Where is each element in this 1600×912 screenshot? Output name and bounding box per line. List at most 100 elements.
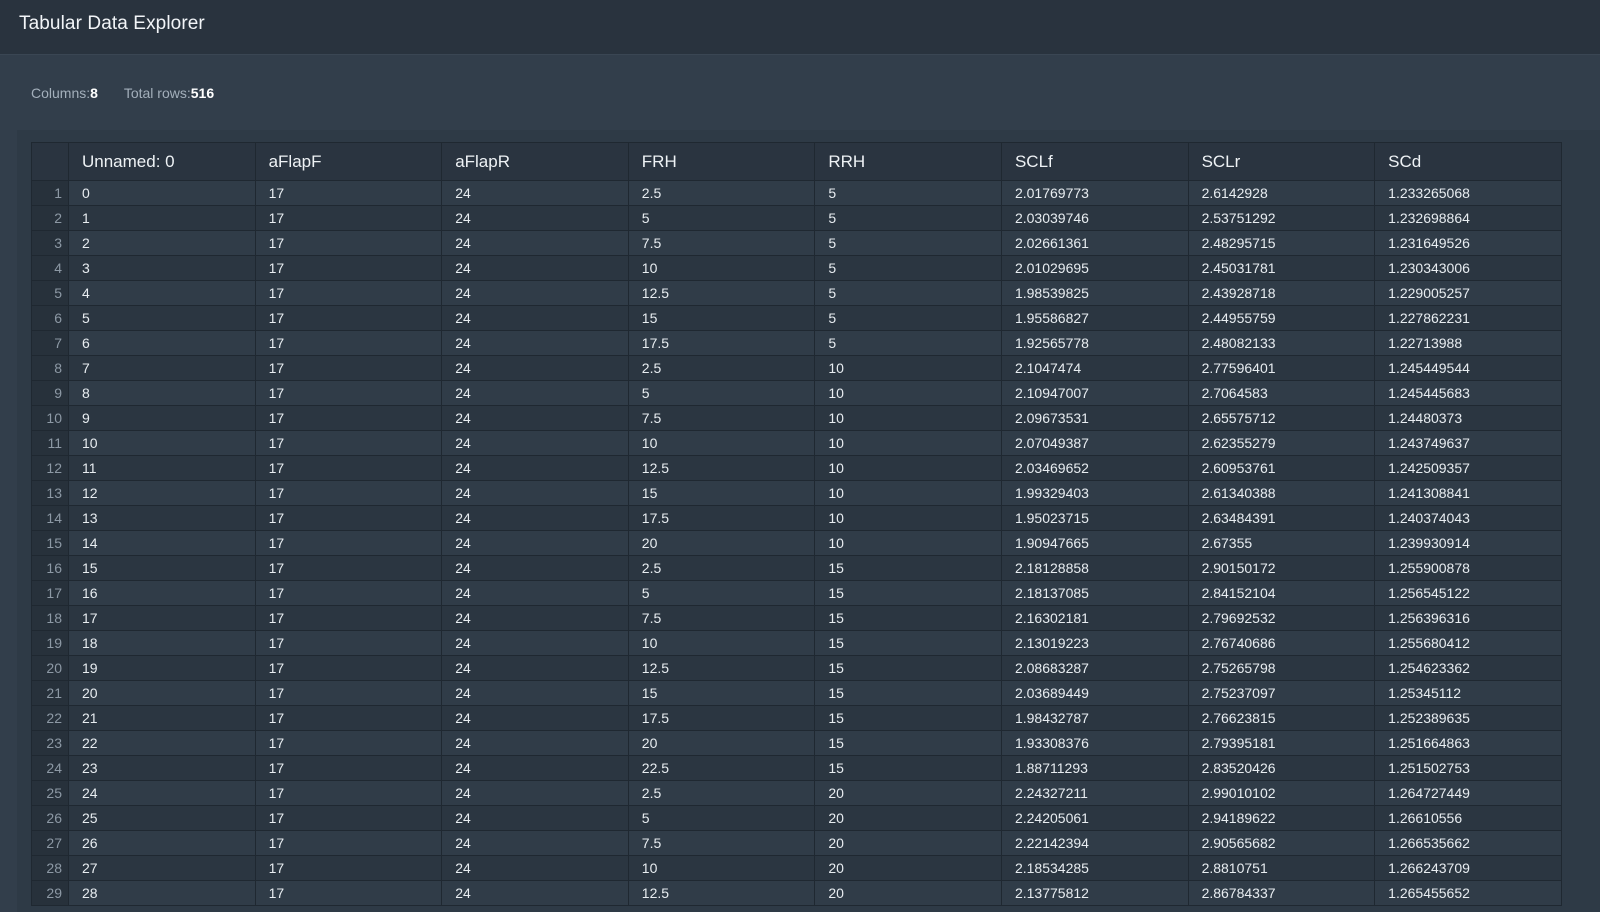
table-row[interactable]: 23 22 17 24 20 15 1.93308376 2.79395181 1.251664… (31, 730, 1562, 756)
table-row[interactable]: 7 6 17 24 17.5 5 1.92565778 2.48082133 1.2271398… (31, 330, 1562, 356)
table-cell[interactable]: 2.5 (627, 780, 816, 806)
table-cell[interactable]: 24 (441, 580, 629, 606)
table-cell[interactable]: 11 (68, 455, 256, 481)
table-cell[interactable]: 17 (254, 555, 443, 581)
table-cell[interactable]: 10 (814, 430, 1002, 456)
table-cell[interactable]: 1.251664863 (1374, 730, 1562, 756)
table-cell[interactable]: 17 (254, 755, 443, 781)
table-cell[interactable]: 2.75237097 (1187, 680, 1376, 706)
table-cell[interactable]: 1.239930914 (1374, 530, 1562, 556)
table-scroll-area[interactable]: Unnamed: 0 aFlapF aFlapR FRH RRH SCLf SCLr SCd … (31, 142, 1600, 912)
table-row[interactable]: 24 23 17 24 22.5 15 1.88711293 2.83520426 1.2515… (31, 755, 1562, 781)
table-row[interactable]: 16 15 17 24 2.5 15 2.18128858 2.90150172 1.25590… (31, 555, 1562, 581)
table-cell[interactable]: 24 (441, 655, 629, 681)
table-cell[interactable]: 10 (814, 355, 1002, 381)
table-row[interactable]: 19 18 17 24 10 15 2.13019223 2.76740686 1.255680… (31, 630, 1562, 656)
table-cell[interactable]: 17 (254, 855, 443, 881)
table-cell[interactable]: 24 (441, 830, 629, 856)
table-cell[interactable]: 10 (814, 455, 1002, 481)
table-cell[interactable]: 2.10947007 (1000, 380, 1189, 406)
table-cell[interactable]: 12 (68, 480, 256, 506)
table-row[interactable]: 4 3 17 24 10 5 2.01029695 2.45031781 1.230343006 (31, 255, 1562, 281)
table-cell[interactable]: 5 (68, 305, 256, 331)
table-cell[interactable]: 2.22142394 (1000, 830, 1189, 856)
table-cell[interactable]: 5 (627, 805, 816, 831)
table-cell[interactable]: 10 (814, 480, 1002, 506)
table-cell[interactable]: 17 (254, 280, 443, 306)
table-cell[interactable]: 20 (814, 830, 1002, 856)
table-cell[interactable]: 17 (68, 605, 256, 631)
table-cell[interactable]: 17 (254, 530, 443, 556)
table-row[interactable]: 29 28 17 24 12.5 20 2.13775812 2.86784337 1.2654… (31, 880, 1562, 906)
table-cell[interactable]: 5 (814, 305, 1002, 331)
table-cell[interactable]: 13 (68, 505, 256, 531)
table-cell[interactable]: 24 (441, 855, 629, 881)
table-cell[interactable]: 10 (627, 630, 816, 656)
table-cell[interactable]: 1.25345112 (1374, 680, 1562, 706)
table-cell[interactable]: 2.76740686 (1187, 630, 1376, 656)
table-cell[interactable]: 20 (814, 855, 1002, 881)
table-cell[interactable]: 24 (441, 730, 629, 756)
table-cell[interactable]: 5 (814, 330, 1002, 356)
table-cell[interactable]: 5 (814, 280, 1002, 306)
table-cell[interactable]: 2.90150172 (1187, 555, 1376, 581)
table-cell[interactable]: 17 (254, 430, 443, 456)
table-cell[interactable]: 24 (441, 205, 629, 231)
table-cell[interactable]: 5 (627, 380, 816, 406)
table-cell[interactable]: 4 (68, 280, 256, 306)
table-cell[interactable]: 1.99329403 (1000, 480, 1189, 506)
table-row[interactable]: 18 17 17 24 7.5 15 2.16302181 2.79692532 1.25639… (31, 605, 1562, 631)
table-cell[interactable]: 1.266535662 (1374, 830, 1562, 856)
table-cell[interactable]: 7.5 (627, 605, 816, 631)
table-row[interactable]: 25 24 17 24 2.5 20 2.24327211 2.99010102 1.26472… (31, 780, 1562, 806)
table-cell[interactable]: 2.48082133 (1187, 330, 1376, 356)
table-cell[interactable]: 15 (814, 680, 1002, 706)
table-cell[interactable]: 24 (441, 705, 629, 731)
table-cell[interactable]: 1.245449544 (1374, 355, 1562, 381)
table-cell[interactable]: 2.18534285 (1000, 855, 1189, 881)
table-cell[interactable]: 17 (254, 680, 443, 706)
table-cell[interactable]: 2.99010102 (1187, 780, 1376, 806)
table-cell[interactable]: 7.5 (627, 230, 816, 256)
table-cell[interactable]: 2.01769773 (1000, 180, 1189, 206)
table-cell[interactable]: 1.256545122 (1374, 580, 1562, 606)
table-row[interactable]: 21 20 17 24 15 15 2.03689449 2.75237097 1.253451… (31, 680, 1562, 706)
table-cell[interactable]: 2.18137085 (1000, 580, 1189, 606)
table-cell[interactable]: 15 (814, 730, 1002, 756)
table-cell[interactable]: 2.62355279 (1187, 430, 1376, 456)
table-cell[interactable]: 2.65575712 (1187, 405, 1376, 431)
table-cell[interactable]: 15 (627, 480, 816, 506)
table-cell[interactable]: 15 (814, 705, 1002, 731)
table-cell[interactable]: 10 (627, 255, 816, 281)
table-cell[interactable]: 1.255900878 (1374, 555, 1562, 581)
table-cell[interactable]: 1.230343006 (1374, 255, 1562, 281)
table-cell[interactable]: 24 (441, 630, 629, 656)
table-cell[interactable]: 5 (627, 205, 816, 231)
table-cell[interactable]: 1.98432787 (1000, 705, 1189, 731)
table-row[interactable]: 13 12 17 24 15 10 1.99329403 2.61340388 1.241308… (31, 480, 1562, 506)
table-cell[interactable]: 10 (814, 405, 1002, 431)
table-cell[interactable]: 10 (627, 855, 816, 881)
table-cell[interactable]: 2.8810751 (1187, 855, 1376, 881)
table-cell[interactable]: 1.252389635 (1374, 705, 1562, 731)
table-cell[interactable]: 2.09673531 (1000, 405, 1189, 431)
table-cell[interactable]: 24 (441, 255, 629, 281)
column-header[interactable]: Unnamed: 0 (68, 142, 256, 181)
table-cell[interactable]: 2.13019223 (1000, 630, 1189, 656)
table-cell[interactable]: 9 (68, 405, 256, 431)
table-cell[interactable]: 20 (627, 530, 816, 556)
table-cell[interactable]: 1.93308376 (1000, 730, 1189, 756)
table-cell[interactable]: 12.5 (627, 280, 816, 306)
table-cell[interactable]: 20 (68, 680, 256, 706)
table-cell[interactable]: 5 (814, 255, 1002, 281)
table-cell[interactable]: 2.13775812 (1000, 880, 1189, 906)
table-cell[interactable]: 2.24205061 (1000, 805, 1189, 831)
table-cell[interactable]: 20 (814, 780, 1002, 806)
table-cell[interactable]: 2.7064583 (1187, 380, 1376, 406)
table-cell[interactable]: 17.5 (627, 505, 816, 531)
table-cell[interactable]: 2.02661361 (1000, 230, 1189, 256)
table-cell[interactable]: 17 (254, 880, 443, 906)
table-cell[interactable]: 10 (814, 380, 1002, 406)
table-cell[interactable]: 24 (441, 380, 629, 406)
table-cell[interactable]: 1.90947665 (1000, 530, 1189, 556)
